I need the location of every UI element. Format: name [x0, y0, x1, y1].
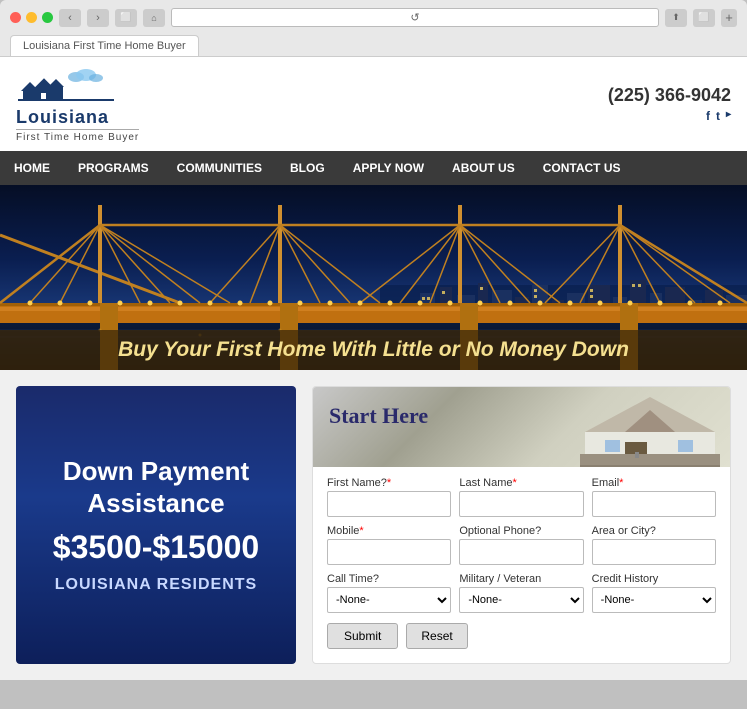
input-city[interactable] [592, 539, 716, 565]
form-group-city: Area or City? [592, 525, 716, 565]
select-credit[interactable]: -None- [592, 587, 716, 613]
main-nav: HOME PROGRAMS COMMUNITIES BLOG APPLY NOW… [0, 151, 747, 185]
form-group-credit: Credit History -None- [592, 573, 716, 613]
form-header-title: Start Here [329, 403, 428, 429]
form-group-military: Military / Veteran -None- [459, 573, 583, 613]
form-group-firstname: First Name?* [327, 477, 451, 517]
form-body: First Name?* Last Name* Email* M [313, 467, 730, 663]
label-lastname: Last Name* [459, 477, 583, 489]
header-right: (225) 366-9042 f t ▸ [608, 85, 731, 123]
maximize-button[interactable] [42, 12, 53, 23]
minimize-button[interactable] [26, 12, 37, 23]
input-optphone[interactable] [459, 539, 583, 565]
input-mobile[interactable] [327, 539, 451, 565]
form-row-2: Mobile* Optional Phone? Area or City? [327, 525, 716, 565]
label-credit: Credit History [592, 573, 716, 585]
main-content: Down Payment Assistance $3500-$15000 LOU… [0, 370, 747, 680]
share-button[interactable]: ⬆ [665, 9, 687, 27]
hero-banner: Buy Your First Home With Little or No Mo… [0, 185, 747, 370]
form-actions: Submit Reset [327, 623, 716, 649]
form-row-3: Call Time? -None- Military / Veteran -No… [327, 573, 716, 613]
nav-apply-now[interactable]: APPLY NOW [339, 151, 438, 185]
nav-about-us[interactable]: ABOUT US [438, 151, 529, 185]
form-row-1: First Name?* Last Name* Email* [327, 477, 716, 517]
dpa-amount: $3500-$15000 [53, 529, 259, 566]
browser-controls: ‹ › ⬜ ⌂ ↺ ⬆ ⬜ + [10, 8, 737, 27]
dpa-subtitle: LOUISIANA RESIDENTS [55, 576, 257, 594]
close-button[interactable] [10, 12, 21, 23]
label-mobile: Mobile* [327, 525, 451, 537]
form-group-optphone: Optional Phone? [459, 525, 583, 565]
label-email: Email* [592, 477, 716, 489]
form-group-calltime: Call Time? -None- [327, 573, 451, 613]
logo-subtitle: First Time Home Buyer [16, 129, 139, 143]
traffic-lights [10, 12, 53, 23]
input-lastname[interactable] [459, 491, 583, 517]
reset-button[interactable]: Reset [406, 623, 467, 649]
label-optphone: Optional Phone? [459, 525, 583, 537]
back-button[interactable]: ‹ [59, 9, 81, 27]
website: Louisiana First Time Home Buyer (225) 36… [0, 57, 747, 680]
input-firstname[interactable] [327, 491, 451, 517]
house-illustration [580, 392, 720, 467]
nav-programs[interactable]: PROGRAMS [64, 151, 163, 185]
twitter-icon[interactable]: t [716, 109, 720, 123]
browser-chrome: ‹ › ⬜ ⌂ ↺ ⬆ ⬜ + Louisiana First Time Hom… [0, 0, 747, 57]
nav-contact-us[interactable]: CONTACT US [529, 151, 635, 185]
label-calltime: Call Time? [327, 573, 451, 585]
form-group-mobile: Mobile* [327, 525, 451, 565]
logo-icon [16, 65, 116, 107]
form-panel: Start Here First Name?* Last Name* Email… [312, 386, 731, 664]
browser-tab[interactable]: Louisiana First Time Home Buyer [10, 35, 199, 56]
window-button[interactable]: ⬜ [115, 9, 137, 27]
facebook-icon[interactable]: f [706, 109, 710, 123]
form-group-email: Email* [592, 477, 716, 517]
home-browser-button[interactable]: ⌂ [143, 9, 165, 27]
label-firstname: First Name?* [327, 477, 451, 489]
nav-blog[interactable]: BLOG [276, 151, 339, 185]
nav-communities[interactable]: COMMUNITIES [163, 151, 276, 185]
forward-button[interactable]: › [87, 9, 109, 27]
rss-icon[interactable]: ▸ [726, 109, 731, 123]
label-city: Area or City? [592, 525, 716, 537]
submit-button[interactable]: Submit [327, 623, 398, 649]
new-tab-button[interactable]: + [721, 9, 737, 27]
hero-tagline: Buy Your First Home With Little or No Mo… [0, 330, 747, 370]
logo-area: Louisiana First Time Home Buyer [16, 65, 139, 143]
form-group-lastname: Last Name* [459, 477, 583, 517]
input-email[interactable] [592, 491, 716, 517]
dpa-title: Down Payment Assistance [32, 456, 280, 518]
phone-number: (225) 366-9042 [608, 85, 731, 106]
logo-title: Louisiana [16, 107, 139, 128]
select-military[interactable]: -None- [459, 587, 583, 613]
dpa-panel: Down Payment Assistance $3500-$15000 LOU… [16, 386, 296, 664]
site-header: Louisiana First Time Home Buyer (225) 36… [0, 57, 747, 151]
address-bar[interactable]: ↺ [171, 8, 659, 27]
nav-home[interactable]: HOME [0, 151, 64, 185]
tabs-button[interactable]: ⬜ [693, 9, 715, 27]
form-header: Start Here [313, 387, 730, 467]
label-military: Military / Veteran [459, 573, 583, 585]
select-calltime[interactable]: -None- [327, 587, 451, 613]
social-icons: f t ▸ [608, 109, 731, 123]
